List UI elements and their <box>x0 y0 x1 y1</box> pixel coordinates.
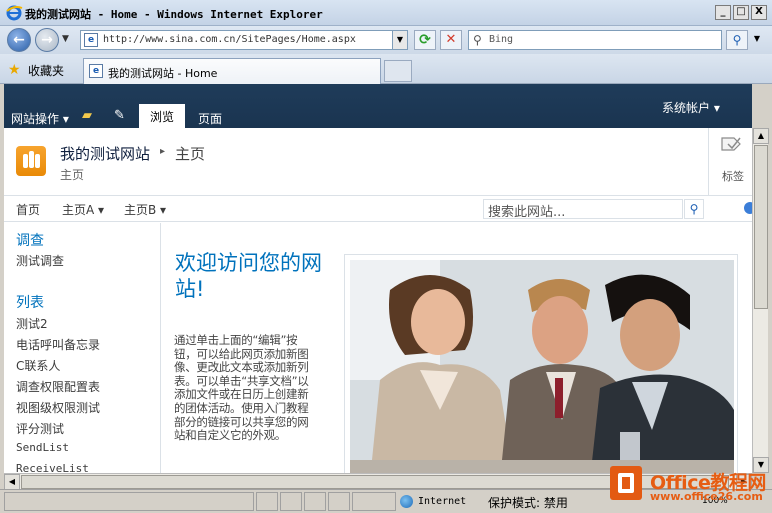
scroll-left-icon[interactable]: ◀ <box>4 474 20 490</box>
sharepoint-ribbon: 网站操作 ▾ ▰ ✎ 浏览 页面 系统帐户 ▾ <box>4 84 752 128</box>
address-dropdown-icon[interactable]: ▼ <box>392 30 408 50</box>
tags-label[interactable]: 标签 <box>722 168 744 184</box>
breadcrumb-arrow-icon: ▸ <box>160 146 166 157</box>
ie-logo-icon <box>6 5 23 21</box>
minimize-button[interactable]: _ <box>715 5 731 20</box>
page-subtitle: 主页 <box>60 168 85 182</box>
site-search-button[interactable]: ⚲ <box>684 199 704 219</box>
navigate-up-icon[interactable]: ▰ <box>82 108 98 123</box>
top-navigation: 首页 主页A ▾ 主页B ▾ 搜索此网站... ⚲ <box>4 196 752 222</box>
help-icon[interactable] <box>744 202 752 214</box>
status-pane <box>352 492 396 511</box>
favorites-bar: ★ 收藏夹 e 我的测试网站 - Home <box>0 54 772 84</box>
status-pane <box>328 492 350 511</box>
status-pane <box>304 492 326 511</box>
browser-search-placeholder: Bing <box>489 34 514 45</box>
site-actions-menu[interactable]: 网站操作 ▾ <box>11 110 69 127</box>
forward-arrow-icon: → <box>41 32 53 48</box>
site-search-input[interactable]: 搜索此网站... <box>483 199 683 220</box>
watermark-url: www.office26.com <box>650 490 763 503</box>
globe-icon <box>400 494 413 508</box>
ql-item-list[interactable]: 测试2 <box>16 315 48 332</box>
search-icon: ⚲ <box>473 33 482 47</box>
breadcrumb-current-page: 主页 <box>175 145 206 163</box>
vertical-scroll-thumb[interactable] <box>754 145 768 309</box>
address-url[interactable]: http://www.sina.com.cn/SitePages/Home.as… <box>103 34 356 45</box>
page-viewport: 网站操作 ▾ ▰ ✎ 浏览 页面 系统帐户 ▾ 我的测试网站 ▸ 主页 主页 标… <box>4 84 752 473</box>
title-area: 我的测试网站 ▸ 主页 主页 标签 <box>4 128 752 196</box>
forward-button[interactable]: → <box>35 28 59 52</box>
ql-item-list[interactable]: C联系人 <box>16 357 60 374</box>
tab-browse[interactable]: 浏览 <box>139 104 185 128</box>
address-bar[interactable]: e http://www.sina.com.cn/SitePages/Home.… <box>80 30 408 50</box>
browser-search-button[interactable]: ⚲ <box>726 30 748 50</box>
site-logo-icon[interactable] <box>16 146 46 176</box>
protected-mode-status[interactable]: 保护模式: 禁用 <box>488 494 568 511</box>
tab-label: 我的测试网站 - Home <box>108 67 218 80</box>
ql-item-list[interactable]: SendList <box>16 441 69 454</box>
ql-item-list[interactable]: 视图级权限测试 <box>16 399 100 416</box>
welcome-heading: 欢迎访问您的网站! <box>175 251 322 301</box>
site-name-link[interactable]: 我的测试网站 <box>60 143 150 164</box>
account-menu[interactable]: 系统帐户 ▾ <box>662 99 720 116</box>
zone-label: Internet <box>418 496 467 507</box>
refresh-button[interactable]: ⟳ <box>414 30 436 50</box>
quick-launch: 调查 测试调查 列表 测试2 电话呼叫备忘录 C联系人 调查权限配置表 视图级权… <box>4 223 161 473</box>
maximize-button[interactable]: □ <box>733 5 749 20</box>
welcome-body-text: 通过单击上面的“编辑”按钮，可以给此网页添加新图像、更改此文本或添加新列表。可以… <box>174 333 309 443</box>
ql-item-list[interactable]: 电话呼叫备忘录 <box>16 336 100 353</box>
stop-button[interactable]: ✕ <box>440 30 462 50</box>
status-pane <box>280 492 302 511</box>
status-pane <box>256 492 278 511</box>
search-options-dropdown-icon[interactable]: ▼ <box>750 30 764 50</box>
address-toolbar: ← → ▼ e http://www.sina.com.cn/SitePages… <box>0 26 772 54</box>
back-arrow-icon: ← <box>13 32 25 48</box>
ql-item-list[interactable]: ReceiveList <box>16 462 89 473</box>
tab-page[interactable]: 页面 <box>198 110 222 127</box>
scroll-up-icon[interactable]: ▲ <box>753 128 769 144</box>
ql-item-list[interactable]: 评分测试 <box>16 420 64 437</box>
back-button[interactable]: ← <box>7 28 31 52</box>
status-text-pane <box>4 492 254 511</box>
nav-page-b[interactable]: 主页B ▾ <box>124 201 166 218</box>
office-logo-icon <box>610 466 642 500</box>
tags-icon[interactable] <box>720 134 742 156</box>
page-icon: e <box>84 33 98 47</box>
browser-search-box[interactable]: ⚲ Bing <box>468 30 722 50</box>
tab-page-icon: e <box>89 64 103 78</box>
window-titlebar: 我的测试网站 - Home - Windows Internet Explore… <box>0 0 772 26</box>
edit-page-icon[interactable]: ✎ <box>114 108 130 123</box>
nav-home[interactable]: 首页 <box>16 201 40 218</box>
new-tab-button[interactable] <box>384 60 412 82</box>
close-button[interactable]: X <box>751 5 767 20</box>
recent-pages-dropdown-icon[interactable]: ▼ <box>62 34 69 44</box>
window-title: 我的测试网站 - Home - Windows Internet Explore… <box>25 8 323 21</box>
ql-item-list[interactable]: 调查权限配置表 <box>16 378 100 395</box>
favorites-button[interactable]: 收藏夹 <box>28 62 64 79</box>
browser-tab[interactable]: e 我的测试网站 - Home <box>83 58 381 84</box>
photo-illustration <box>350 260 734 473</box>
favorites-star-icon[interactable]: ★ <box>8 62 21 78</box>
security-zone[interactable]: Internet <box>400 494 466 508</box>
divider <box>708 128 709 195</box>
welcome-image <box>344 254 738 473</box>
ql-item-test-survey[interactable]: 测试调查 <box>16 252 64 269</box>
people-photo <box>350 260 734 473</box>
site-search-placeholder: 搜索此网站... <box>488 205 566 220</box>
vertical-scrollbar[interactable]: ▲ ▼ <box>752 128 769 473</box>
ql-heading-surveys[interactable]: 调查 <box>16 230 44 250</box>
nav-page-a[interactable]: 主页A ▾ <box>62 201 104 218</box>
ql-heading-lists[interactable]: 列表 <box>16 292 44 312</box>
